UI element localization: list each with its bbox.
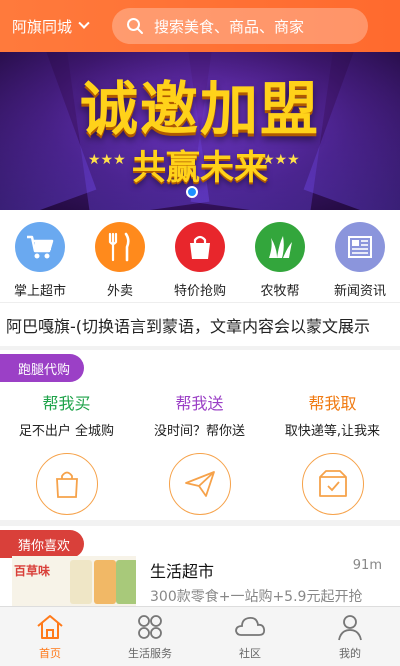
errand-pickup[interactable]: 帮我取 取快递等,让我来 xyxy=(266,390,399,515)
shop-distance: 91m xyxy=(352,558,382,573)
nav-services[interactable]: 生活服务 xyxy=(100,607,200,666)
recommend-section: 猜你喜欢 百草味 生活超市 91m 300款零食+一站购+5.9元起开抢 xyxy=(0,526,400,606)
newspaper-icon xyxy=(335,222,385,272)
nav-label: 社区 xyxy=(239,647,261,660)
category-grid: 掌上超市 外卖 特价抢购 农牧帮 新闻资讯 xyxy=(0,210,400,302)
home-icon xyxy=(37,615,63,639)
errand-desc: 足不出户 全城购 xyxy=(18,424,115,439)
bottom-nav: 首页 生活服务 社区 我的 xyxy=(0,606,400,666)
errand-section: 跑腿代购 帮我买 足不出户 全城购 帮我送 没时间？帮你送 帮我取 取快递等,让… xyxy=(0,350,400,520)
nav-label: 我的 xyxy=(339,647,361,660)
category-label: 外卖 xyxy=(106,284,133,299)
shop-thumbnail[interactable]: 百草味 xyxy=(12,556,136,606)
category-label: 掌上超市 xyxy=(13,284,66,299)
brand-logo: 百草味 xyxy=(14,564,51,578)
cloud-icon xyxy=(235,616,266,636)
city-label: 阿旗同城 xyxy=(12,17,73,36)
category-label: 特价抢购 xyxy=(173,284,226,299)
banner-subtitle: 共赢未来 xyxy=(132,148,268,188)
promo-banner[interactable]: 诚邀加盟 ★★★ ★★★ 共赢未来 xyxy=(0,52,400,210)
cart-icon xyxy=(15,222,65,272)
shopping-bag-icon xyxy=(175,222,225,272)
announcement-bar[interactable]: 阿巴嘎旗-(切换语言到蒙语，文章内容会以蒙文展示 xyxy=(0,302,400,346)
category-label: 新闻资讯 xyxy=(333,284,386,299)
nav-community[interactable]: 社区 xyxy=(200,607,300,666)
category-takeout[interactable]: 外卖 xyxy=(80,210,160,302)
errand-title: 帮我送 xyxy=(175,394,224,413)
banner-title: 诚邀加盟 xyxy=(79,75,320,143)
nav-label: 首页 xyxy=(39,647,61,660)
category-supermarket[interactable]: 掌上超市 xyxy=(0,210,80,302)
errand-title: 帮我取 xyxy=(308,394,357,413)
nav-label: 生活服务 xyxy=(128,647,172,660)
category-label: 农牧帮 xyxy=(260,284,300,299)
search-input[interactable]: 搜索美食、商品、商家 xyxy=(112,8,368,44)
chevron-down-icon xyxy=(78,17,90,29)
nav-home[interactable]: 首页 xyxy=(0,607,100,666)
shopping-bag-icon xyxy=(35,453,98,515)
top-bar: 阿旗同城 搜索美食、商品、商家 xyxy=(0,0,400,52)
shop-description: 300款零食+一站购+5.9元起开抢 xyxy=(150,589,363,605)
section-tag: 猜你喜欢 xyxy=(0,530,85,558)
paper-plane-icon xyxy=(168,453,231,515)
nav-profile[interactable]: 我的 xyxy=(300,607,400,666)
search-icon xyxy=(127,18,143,34)
category-news[interactable]: 新闻资讯 xyxy=(320,210,400,302)
grass-icon xyxy=(255,222,305,272)
errand-send[interactable]: 帮我送 没时间？帮你送 xyxy=(133,390,266,515)
errand-desc: 取快递等,让我来 xyxy=(284,424,381,439)
fork-knife-icon xyxy=(95,222,145,272)
section-tag: 跑腿代购 xyxy=(0,354,85,382)
category-farming[interactable]: 农牧帮 xyxy=(240,210,320,302)
errand-title: 帮我买 xyxy=(42,394,91,413)
shop-name[interactable]: 生活超市 xyxy=(150,558,214,582)
search-placeholder: 搜索美食、商品、商家 xyxy=(154,17,305,36)
carousel-indicator[interactable] xyxy=(186,186,198,198)
user-icon xyxy=(338,615,362,641)
city-selector[interactable]: 阿旗同城 xyxy=(12,16,104,37)
grid-icon xyxy=(138,615,162,639)
errand-desc: 没时间？帮你送 xyxy=(153,424,245,439)
category-flash-sale[interactable]: 特价抢购 xyxy=(160,210,240,302)
errand-buy[interactable]: 帮我买 足不出户 全城购 xyxy=(0,390,133,515)
parcel-box-icon xyxy=(301,453,364,515)
